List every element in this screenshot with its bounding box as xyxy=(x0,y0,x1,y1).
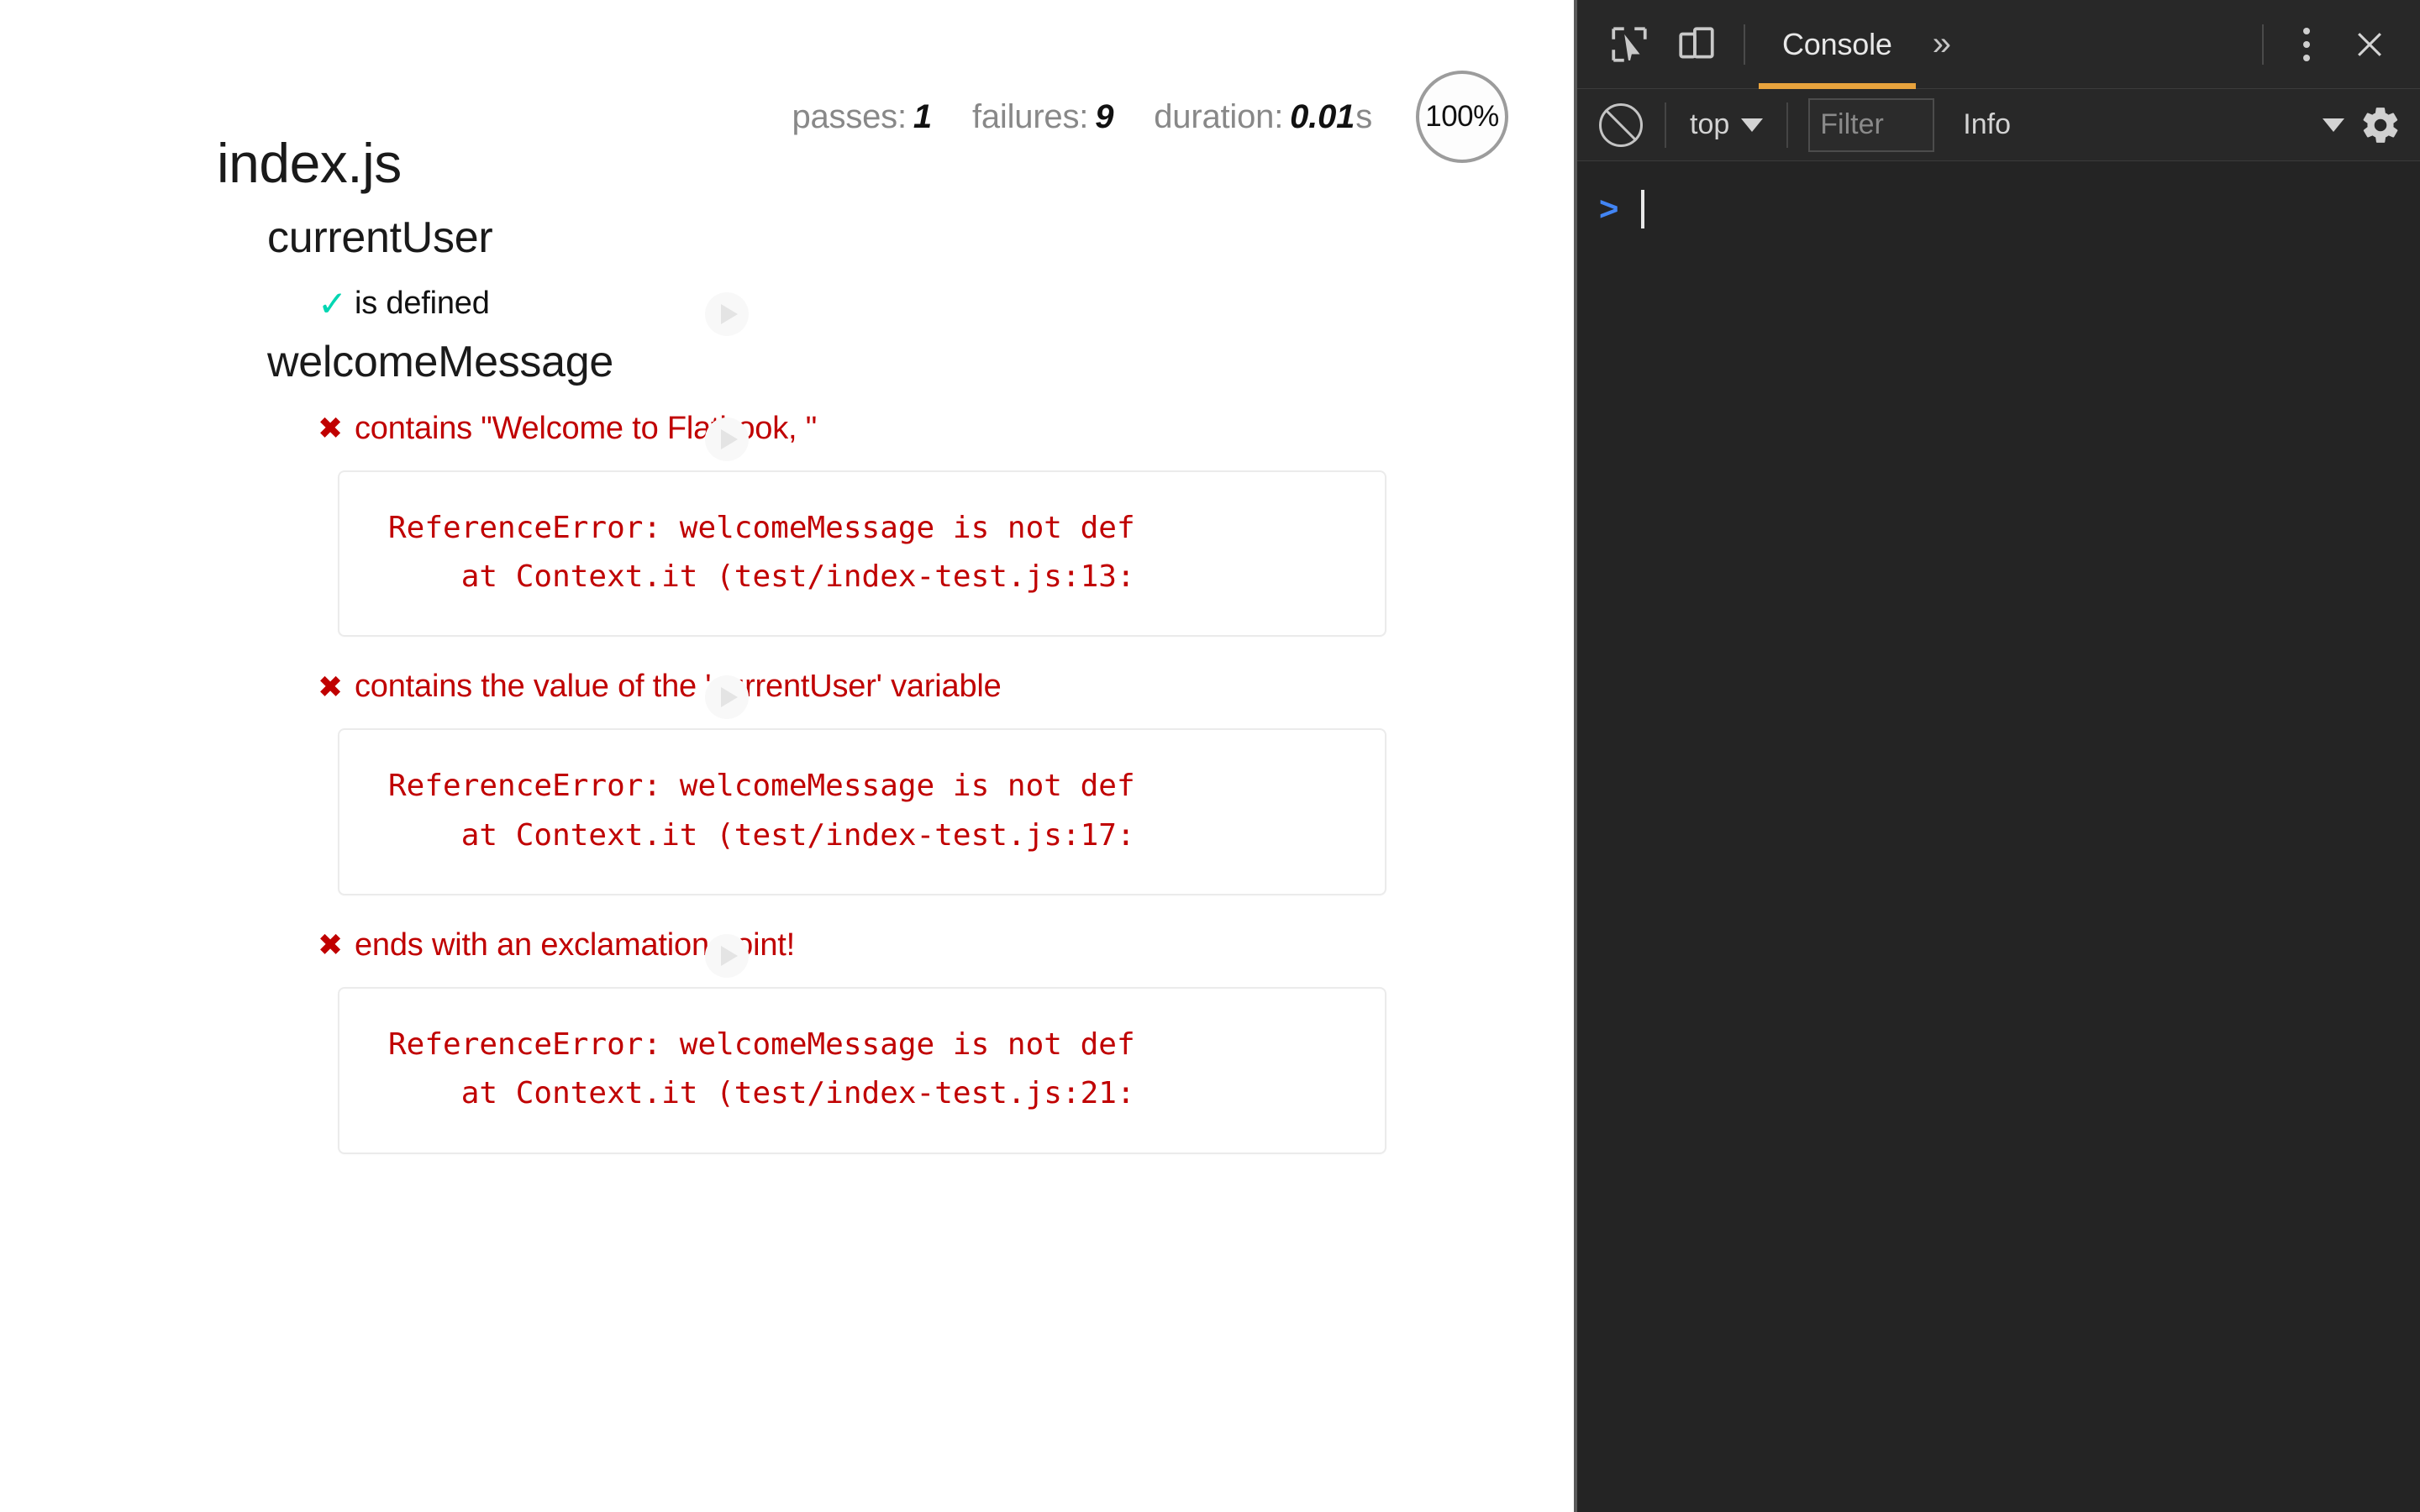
error-stack-text: ReferenceError: welcomeMessage is not de… xyxy=(339,1021,1385,1119)
clear-console-icon[interactable] xyxy=(1599,103,1643,147)
kebab-dot xyxy=(2303,28,2310,34)
stat-passes-value: 1 xyxy=(913,98,932,135)
stat-duration: duration:0.01s xyxy=(1154,98,1372,136)
tab-console-label: Console xyxy=(1782,27,1892,62)
replay-icon[interactable] xyxy=(705,417,749,461)
test-title[interactable]: contains the value of the 'currentUser' … xyxy=(355,669,1002,705)
toolbar-divider-right xyxy=(2262,24,2264,65)
stat-failures-label: failures: xyxy=(972,98,1088,135)
error-stack-box: ReferenceError: welcomeMessage is not de… xyxy=(338,728,1386,895)
test-report-tree: index.js currentUser ✓ is defined xyxy=(0,134,1574,1174)
suite-root-index-js: index.js currentUser ✓ is defined xyxy=(0,134,1574,1154)
play-triangle-icon xyxy=(721,687,738,707)
suite-welcome-message: welcomeMessage ✖ contains "Welcome to Fl… xyxy=(0,339,1574,1153)
more-options-kebab-icon[interactable] xyxy=(2277,11,2336,78)
error-stack-box: ReferenceError: welcomeMessage is not de… xyxy=(338,987,1386,1154)
console-prompt-row[interactable]: > xyxy=(1577,180,2420,230)
test-row[interactable]: ✖ ends with an exclamation point! xyxy=(0,916,1574,969)
test-line: ✖ ends with an exclamation point! xyxy=(318,927,1574,963)
more-tabs-icon[interactable]: » xyxy=(1916,0,1968,89)
kebab-dot xyxy=(2303,55,2310,61)
test-list-current-user: ✓ is defined xyxy=(0,274,1574,327)
execution-context-select[interactable]: top xyxy=(1683,105,1770,144)
console-text-caret xyxy=(1641,190,1644,228)
kebab-dot xyxy=(2303,41,2310,48)
suite-current-user: currentUser ✓ is defined xyxy=(0,214,1574,327)
stat-failures[interactable]: failures:9 xyxy=(972,98,1113,136)
app-root: passes:1 failures:9 duration:0.01s 100% … xyxy=(0,0,2420,1512)
fail-cross-icon: ✖ xyxy=(318,413,355,444)
toolbar-divider xyxy=(1665,102,1666,148)
suite-title-root[interactable]: index.js xyxy=(217,134,1574,192)
stat-failures-value: 9 xyxy=(1095,98,1113,135)
test-row[interactable]: ✖ contains "Welcome to Flatbook, " xyxy=(0,399,1574,452)
log-level-select[interactable]: Info xyxy=(1956,105,2018,144)
play-triangle-icon xyxy=(721,946,738,966)
test-row[interactable]: ✓ is defined xyxy=(0,274,1574,327)
console-prompt-arrow-icon: > xyxy=(1599,192,1636,226)
chevron-down-icon xyxy=(1741,118,1763,132)
stat-duration-unit: s xyxy=(1355,98,1372,135)
toolbar-divider xyxy=(1786,102,1788,148)
suite-title-current-user[interactable]: currentUser xyxy=(267,214,1574,262)
suite-title-welcome-message[interactable]: welcomeMessage xyxy=(267,339,1574,386)
test-list-welcome-message: ✖ contains "Welcome to Flatbook, " Refer… xyxy=(0,399,1574,1154)
device-toolbar-icon[interactable] xyxy=(1663,11,1730,78)
toolbar-divider xyxy=(1744,24,1745,65)
devtools-tabbar: Console » xyxy=(1577,0,2420,89)
progress-percent-label: 100% xyxy=(1425,100,1499,134)
test-line: ✓ is defined xyxy=(318,286,1574,322)
console-toolbar: top Filter Info xyxy=(1577,89,2420,161)
test-title[interactable]: is defined xyxy=(355,286,490,322)
pass-check-icon: ✓ xyxy=(318,286,355,322)
replay-icon[interactable] xyxy=(705,934,749,978)
fail-cross-icon: ✖ xyxy=(318,930,355,960)
log-level-chevron-down-icon[interactable] xyxy=(2323,118,2344,132)
stat-duration-value: 0.01 xyxy=(1290,98,1355,135)
test-line: ✖ contains "Welcome to Flatbook, " xyxy=(318,411,1574,447)
stat-passes-label: passes: xyxy=(792,98,906,135)
tab-console[interactable]: Console xyxy=(1759,0,1916,89)
test-row[interactable]: ✖ contains the value of the 'currentUser… xyxy=(0,657,1574,710)
console-settings-gear-icon[interactable] xyxy=(2356,101,2405,150)
play-triangle-icon xyxy=(721,304,738,324)
error-stack-text: ReferenceError: welcomeMessage is not de… xyxy=(339,762,1385,860)
mocha-report-page: passes:1 failures:9 duration:0.01s 100% … xyxy=(0,0,1574,1512)
stat-passes[interactable]: passes:1 xyxy=(792,98,932,136)
execution-context-label: top xyxy=(1690,108,1729,141)
stat-duration-label: duration: xyxy=(1154,98,1283,135)
close-devtools-icon[interactable] xyxy=(2336,11,2403,78)
replay-icon[interactable] xyxy=(705,675,749,719)
console-filter-input[interactable]: Filter xyxy=(1808,98,1934,152)
replay-icon[interactable] xyxy=(705,292,749,336)
fail-cross-icon: ✖ xyxy=(318,672,355,702)
devtools-panel: Console » top F xyxy=(1574,0,2420,1512)
error-stack-box: ReferenceError: welcomeMessage is not de… xyxy=(338,470,1386,638)
inspect-element-icon[interactable] xyxy=(1596,11,1663,78)
error-stack-text: ReferenceError: welcomeMessage is not de… xyxy=(339,504,1385,602)
console-output-area[interactable]: > xyxy=(1577,161,2420,1512)
log-level-label: Info xyxy=(1963,108,2011,141)
test-line: ✖ contains the value of the 'currentUser… xyxy=(318,669,1574,705)
play-triangle-icon xyxy=(721,429,738,449)
